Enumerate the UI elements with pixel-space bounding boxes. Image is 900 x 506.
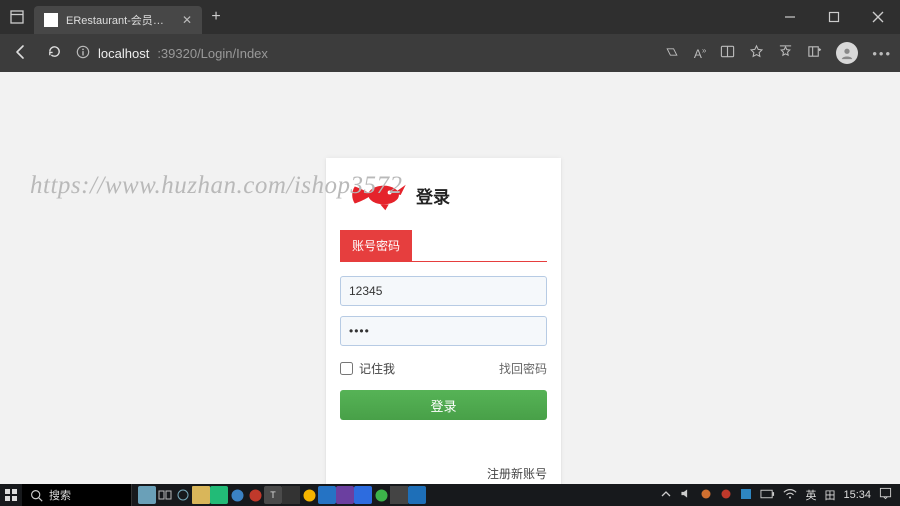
page-content: https://www.huzhan.com/ishop3572 登录 账号密码… [0,72,900,484]
tray-chevron-icon[interactable] [661,489,671,502]
options-row: 记住我 找回密码 [340,360,547,377]
tab-title: ERestaurant-会员中心 [66,12,174,28]
read-aloud-icon[interactable] [664,44,680,63]
windows-taskbar: 搜索 T 英 田 15:34 [0,484,900,506]
register-row: 注册新账号 [340,465,547,482]
profile-avatar[interactable] [836,42,858,64]
url-field[interactable]: localhost :39320/Login/Index [76,45,654,62]
taskbar-app-5[interactable]: T [264,486,282,504]
refresh-button[interactable] [42,44,66,62]
remember-me-text: 记住我 [359,360,395,377]
remember-me-checkbox[interactable] [340,362,353,375]
login-title: 登录 [416,183,450,208]
password-input[interactable] [340,316,547,346]
register-link[interactable]: 注册新账号 [487,467,547,481]
file-explorer-icon[interactable] [192,486,210,504]
browser-titlebar: ERestaurant-会员中心 ✕ + [0,0,900,34]
tray-icon-1[interactable] [700,488,712,503]
wifi-icon[interactable] [783,488,797,503]
ime-lang[interactable]: 英 [805,487,816,503]
notifications-icon[interactable] [879,487,892,503]
back-button[interactable] [8,44,32,63]
remember-me-label[interactable]: 记住我 [340,360,395,377]
new-tab-button[interactable]: + [202,8,230,26]
login-tabs: 账号密码 [340,230,547,262]
clock[interactable]: 15:34 [843,489,871,501]
login-button[interactable]: 登录 [340,390,547,420]
vscode-icon[interactable] [318,486,336,504]
taskbar-app-7[interactable] [354,486,372,504]
taskbar-app-3[interactable] [210,486,228,504]
split-screen-icon[interactable] [720,44,735,62]
window-controls [768,0,900,34]
username-input[interactable] [340,276,547,306]
tab-actions-icon[interactable] [0,10,34,24]
taskbar-app-8[interactable] [390,486,408,504]
favicon-icon [44,13,58,27]
url-path: :39320/Login/Index [157,46,268,61]
search-placeholder: 搜索 [49,487,71,503]
browser-tab[interactable]: ERestaurant-会员中心 ✕ [34,6,202,34]
watermark-text: https://www.huzhan.com/ishop3572 [30,172,403,200]
menu-icon[interactable]: ••• [872,46,892,61]
tab-strip: ERestaurant-会员中心 ✕ + [0,0,230,34]
maximize-button[interactable] [812,0,856,34]
close-window-button[interactable] [856,0,900,34]
taskbar-app-1[interactable] [138,486,156,504]
login-card: 登录 账号密码 记住我 找回密码 登录 注册新账号 [326,158,561,500]
taskbar-app-2[interactable] [174,486,192,504]
tab-account-password[interactable]: 账号密码 [340,230,412,261]
collections-icon[interactable] [807,44,822,62]
taskbar-app-6[interactable] [282,486,300,504]
taskbar-app-4[interactable] [246,486,264,504]
text-size-icon[interactable]: A» [694,46,706,61]
system-tray: 英 田 15:34 [661,487,900,503]
url-host: localhost [98,46,149,61]
tab-close-icon[interactable]: ✕ [182,13,192,27]
chrome-icon[interactable] [300,486,318,504]
toolbar-actions: A» ••• [664,42,892,64]
site-info-icon[interactable] [76,45,90,62]
task-view-icon[interactable] [156,486,174,504]
tray-icon-2[interactable] [720,488,732,503]
favorites-icon[interactable] [749,44,764,62]
start-button[interactable] [0,484,22,506]
favorites-bar-icon[interactable] [778,44,793,62]
taskbar-app-9[interactable] [408,486,426,504]
tray-icon-3[interactable] [740,488,752,503]
minimize-button[interactable] [768,0,812,34]
address-bar: localhost :39320/Login/Index A» ••• [0,34,900,72]
vs-icon[interactable] [336,486,354,504]
battery-icon[interactable] [760,489,775,502]
ime-mode[interactable]: 田 [824,487,835,503]
forgot-password-link[interactable]: 找回密码 [499,360,547,377]
search-icon [30,489,43,502]
edge-icon[interactable] [228,486,246,504]
wechat-icon[interactable] [372,486,390,504]
taskbar-search[interactable]: 搜索 [22,484,132,506]
volume-icon[interactable] [679,487,692,503]
